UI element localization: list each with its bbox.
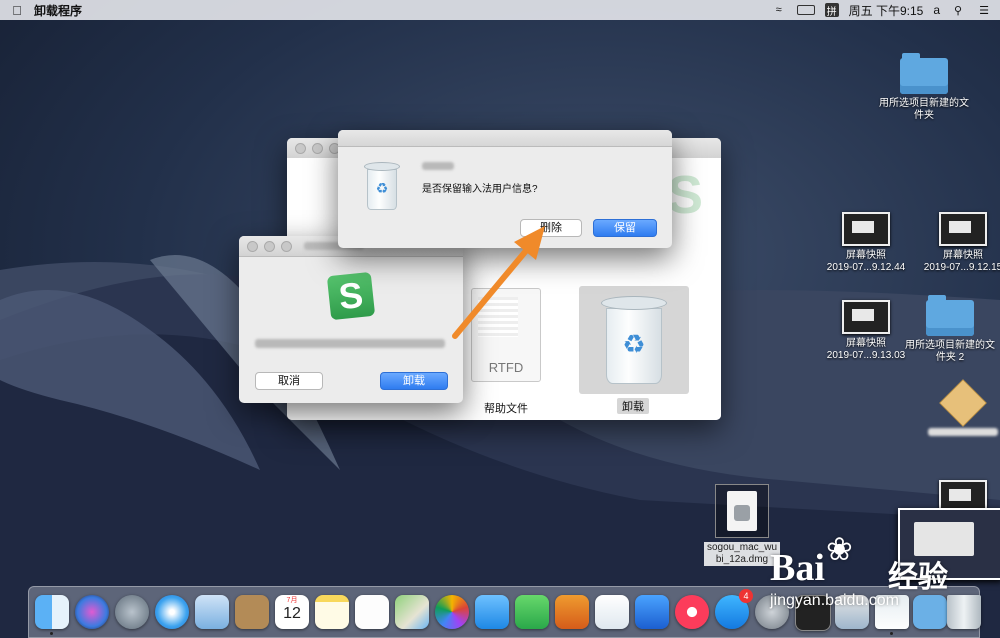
zoom-icon[interactable] [281,240,292,252]
wifi-icon[interactable]: ≈ [771,4,787,16]
itunes-icon[interactable] [675,595,709,629]
close-icon[interactable] [295,142,306,154]
finder-icon[interactable] [35,595,69,629]
safari-icon[interactable] [155,595,189,629]
alert-top-bar [338,130,672,147]
uninstall-dialog-message [255,339,445,348]
photos-icon[interactable] [435,595,469,629]
minimize-icon[interactable] [264,240,275,252]
cancel-button[interactable]: 取消 [255,372,323,390]
uninstall-confirm-dialog: S 取消 卸载 [239,236,463,403]
mail-icon[interactable] [195,595,229,629]
input-method-icon[interactable]: 拼 [824,3,839,18]
folder-icon [926,295,974,336]
folder-label: 用所选项目新建的文件夹 [879,98,969,121]
photo-booth-icon[interactable] [555,595,589,629]
help-file-label: 帮助文件 [484,403,528,415]
notes-icon[interactable] [315,595,349,629]
siri-icon[interactable] [75,595,109,629]
menu-clock[interactable]: 周五 下午9:15 [849,2,924,19]
facetime-icon[interactable] [515,595,549,629]
calendar-day: 12 [283,605,301,622]
rtfd-document-icon: RTFD [471,288,541,382]
folder-icon [900,53,948,94]
watermark-url: jingyan.baidu.com [770,592,899,609]
reminders-icon[interactable] [355,595,389,629]
package-icon [939,379,987,427]
screenshot-thumbnail-icon [842,300,890,334]
desktop-folder-new[interactable]: 用所选项目新建的文件夹 [874,53,974,122]
apple-icon[interactable]:  [0,3,34,18]
keynote-icon[interactable] [635,595,669,629]
screenshot-thumbnail-icon [939,212,987,246]
notification-center-icon[interactable]: ☰ [976,4,992,17]
battery-icon[interactable] [796,5,815,15]
calendar-month: 7月 [286,597,298,604]
messages-icon[interactable] [475,595,509,629]
dmg-file-icon [715,484,769,538]
sogou-logo-icon: S [326,271,376,321]
rtfd-label: RTFD [488,360,524,375]
screenshot-label: 屏幕快照 2019-07...9.12.44 [826,250,906,273]
uninstall-tile-label: 卸载 [617,398,649,414]
package-label [928,428,998,440]
numbers-icon[interactable] [595,595,629,629]
close-icon[interactable] [247,240,258,252]
watermark-brand-cn: 经验 [888,561,948,594]
folder-label: 用所选项目新建的文件夹 2 [905,340,995,363]
desktop-screenshot-2[interactable]: 屏幕快照 2019-07...9.12.15 [913,212,1000,274]
desktop-sogou-package[interactable] [913,379,1000,440]
calendar-icon[interactable]: 7月 12 [275,595,309,629]
help-file-item[interactable]: RTFD [471,288,541,388]
alert-title [422,162,454,170]
dmg-file-label: sogou_mac_wubi_12a.dmg [704,542,780,566]
desktop-screenshot-1[interactable]: 屏幕快照 2019-07...9.12.44 [816,212,916,274]
sogou-logo-faded-icon: S [667,165,704,225]
trash-icon: ♻ [597,296,671,384]
contacts-icon[interactable] [235,595,269,629]
uninstall-tile-button[interactable]: ♻ [579,286,689,394]
watermark-brand: Bai [770,547,825,589]
screenshot-label: 屏幕快照 2019-07...9.13.03 [826,338,906,361]
maps-icon[interactable] [395,595,429,629]
screenshot-thumbnail-icon [842,212,890,246]
launchpad-icon[interactable] [115,595,149,629]
app-store-badge: 4 [739,589,753,603]
alert-message: 是否保留输入法用户信息? [422,184,538,195]
app-name-menu[interactable]: 卸载程序 [34,2,82,19]
menu-user[interactable]: a [933,3,940,17]
trash-dock-icon[interactable] [947,595,981,629]
screenshot-label: 屏幕快照 2019-07...9.12.15 [923,250,1000,273]
keep-button[interactable]: 保留 [593,219,657,237]
baidu-watermark: ❀ Bai 经验 jingyan.baidu.com [770,531,950,620]
spotlight-search-icon[interactable]: ⚲ [950,4,966,17]
trash-icon: ♻ [362,162,402,210]
menu-bar:  卸载程序 ≈ 拼 周五 下午9:15 a ⚲ ☰ [0,0,1000,20]
delete-button[interactable]: 删除 [520,219,582,237]
baidu-paw-icon: ❀ [826,531,853,567]
desktop-folder-new-2[interactable]: 用所选项目新建的文件夹 2 [900,295,1000,364]
uninstall-button[interactable]: 卸载 [380,372,448,390]
minimize-icon[interactable] [312,142,323,154]
keep-userdata-alert: ♻ 是否保留输入法用户信息? 删除 保留 [338,130,672,248]
